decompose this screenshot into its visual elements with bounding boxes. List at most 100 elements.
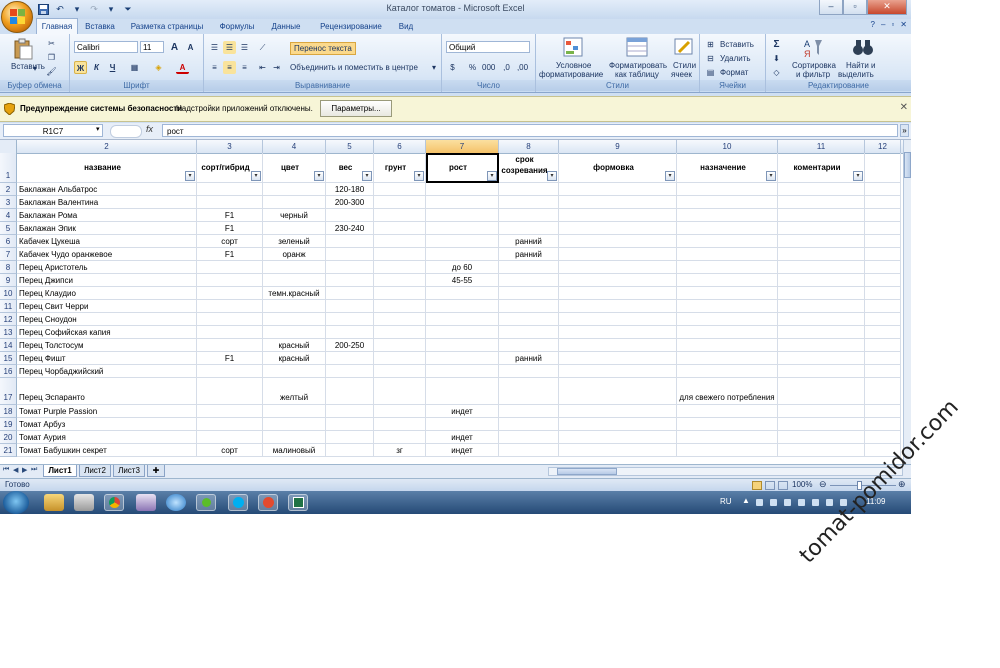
- zoom-in-icon[interactable]: ⊕: [898, 479, 906, 490]
- row-header[interactable]: 20: [0, 431, 17, 444]
- table-cell[interactable]: Перец Чорбаджийский: [17, 365, 197, 378]
- table-cell[interactable]: индет: [426, 405, 499, 418]
- table-cell[interactable]: Перец Свит Черри: [17, 300, 197, 313]
- table-cell[interactable]: [326, 431, 374, 444]
- table-cell[interactable]: [499, 326, 559, 339]
- table-cell[interactable]: [499, 287, 559, 300]
- input-language[interactable]: RU: [720, 497, 732, 506]
- security-bar-close-icon[interactable]: ✕: [900, 102, 908, 113]
- next-sheet-arrow-icon[interactable]: ▶: [22, 466, 27, 474]
- table-cell[interactable]: Кабачек Чудо оранжевое: [17, 248, 197, 261]
- table-cell[interactable]: [374, 248, 426, 261]
- table-cell[interactable]: [778, 405, 865, 418]
- table-cell[interactable]: [865, 378, 901, 405]
- table-cell[interactable]: [499, 378, 559, 405]
- table-cell[interactable]: [263, 274, 326, 287]
- table-cell[interactable]: [426, 352, 499, 365]
- column-header[interactable]: 2: [17, 140, 197, 153]
- percent-button[interactable]: %: [466, 61, 479, 74]
- table-cell[interactable]: [559, 300, 677, 313]
- table-cell[interactable]: [499, 405, 559, 418]
- table-cell[interactable]: [374, 352, 426, 365]
- tray-icon[interactable]: [784, 499, 791, 506]
- table-cell[interactable]: [499, 274, 559, 287]
- help-icon[interactable]: ?: [871, 20, 875, 29]
- find-select-label-2[interactable]: выделить: [838, 70, 874, 79]
- prev-sheet-arrow-icon[interactable]: ◀: [13, 466, 18, 474]
- table-cell[interactable]: F1: [197, 222, 263, 235]
- paste-icon[interactable]: [12, 38, 34, 60]
- table-cell[interactable]: [778, 274, 865, 287]
- sheet-tab-2[interactable]: Лист2: [79, 465, 111, 477]
- table-cell[interactable]: [326, 248, 374, 261]
- row-header[interactable]: 2: [0, 183, 17, 196]
- table-cell[interactable]: [426, 248, 499, 261]
- excel-taskbar-icon[interactable]: [288, 494, 308, 511]
- sort-filter-label-2[interactable]: и фильтр: [796, 70, 830, 79]
- workbook-minimize-button[interactable]: –: [881, 20, 885, 29]
- row-header[interactable]: 10: [0, 287, 17, 300]
- table-cell[interactable]: [778, 287, 865, 300]
- table-cell[interactable]: зг: [374, 444, 426, 457]
- table-cell[interactable]: [865, 287, 901, 300]
- minimize-button[interactable]: –: [819, 0, 843, 15]
- table-cell[interactable]: [263, 431, 326, 444]
- table-cell[interactable]: [499, 183, 559, 196]
- table-cell[interactable]: [778, 209, 865, 222]
- table-cell[interactable]: [865, 313, 901, 326]
- table-cell[interactable]: Баклажан Рома: [17, 209, 197, 222]
- tray-icon[interactable]: [770, 499, 777, 506]
- column-header[interactable]: 10: [677, 140, 778, 153]
- table-cell[interactable]: [197, 418, 263, 431]
- table-cell[interactable]: [263, 313, 326, 326]
- table-cell[interactable]: [326, 444, 374, 457]
- table-cell[interactable]: ранний: [499, 352, 559, 365]
- increase-decimal-button[interactable]: ,0: [500, 61, 513, 74]
- table-cell[interactable]: Баклажан Альбатрос: [17, 183, 197, 196]
- table-cell[interactable]: Томат Арбуз: [17, 418, 197, 431]
- table-cell[interactable]: [559, 287, 677, 300]
- column-header[interactable]: 4: [263, 140, 326, 153]
- tray-icon[interactable]: [798, 499, 805, 506]
- table-cell[interactable]: [326, 300, 374, 313]
- binoculars-icon[interactable]: [852, 37, 874, 59]
- table-cell[interactable]: [559, 339, 677, 352]
- clear-icon[interactable]: ◇: [770, 66, 783, 79]
- table-cell[interactable]: Баклажан Эпик: [17, 222, 197, 235]
- table-cell[interactable]: [865, 274, 901, 287]
- table-cell[interactable]: [677, 365, 778, 378]
- table-cell[interactable]: [426, 287, 499, 300]
- grow-font-button[interactable]: A: [168, 41, 181, 54]
- table-cell[interactable]: [559, 326, 677, 339]
- table-cell[interactable]: Баклажан Валентина: [17, 196, 197, 209]
- filter-dropdown-icon[interactable]: ▾: [665, 171, 675, 181]
- row-header[interactable]: 11: [0, 300, 17, 313]
- autosum-button[interactable]: Σ: [770, 38, 783, 51]
- table-cell[interactable]: 230-240: [326, 222, 374, 235]
- table-cell[interactable]: Перец Джипси: [17, 274, 197, 287]
- table-cell[interactable]: F1: [197, 248, 263, 261]
- explorer-icon[interactable]: [44, 494, 64, 511]
- formula-input[interactable]: рост: [162, 124, 898, 137]
- table-cell[interactable]: [374, 339, 426, 352]
- fill-color-icon[interactable]: ◈: [152, 61, 165, 74]
- tab-data[interactable]: Данные: [266, 19, 306, 34]
- table-cell[interactable]: [677, 196, 778, 209]
- column-header[interactable]: 7: [426, 140, 499, 153]
- table-cell[interactable]: [778, 365, 865, 378]
- number-format-combo[interactable]: Общий: [446, 41, 530, 53]
- dropdown-arrow-icon[interactable]: ▾: [33, 64, 37, 73]
- row-header[interactable]: 17: [0, 378, 17, 405]
- table-cell[interactable]: [865, 352, 901, 365]
- table-cell[interactable]: [677, 209, 778, 222]
- horizontal-scroll-thumb[interactable]: [557, 468, 617, 475]
- decrease-indent-icon[interactable]: ⇤: [256, 61, 269, 74]
- table-cell[interactable]: [374, 405, 426, 418]
- table-cell[interactable]: [326, 378, 374, 405]
- table-cell[interactable]: [865, 235, 901, 248]
- table-cell[interactable]: индет: [426, 444, 499, 457]
- underline-button[interactable]: Ч: [106, 61, 119, 74]
- font-name-combo[interactable]: Calibri: [74, 41, 138, 53]
- table-cell[interactable]: [499, 261, 559, 274]
- table-cell[interactable]: [426, 378, 499, 405]
